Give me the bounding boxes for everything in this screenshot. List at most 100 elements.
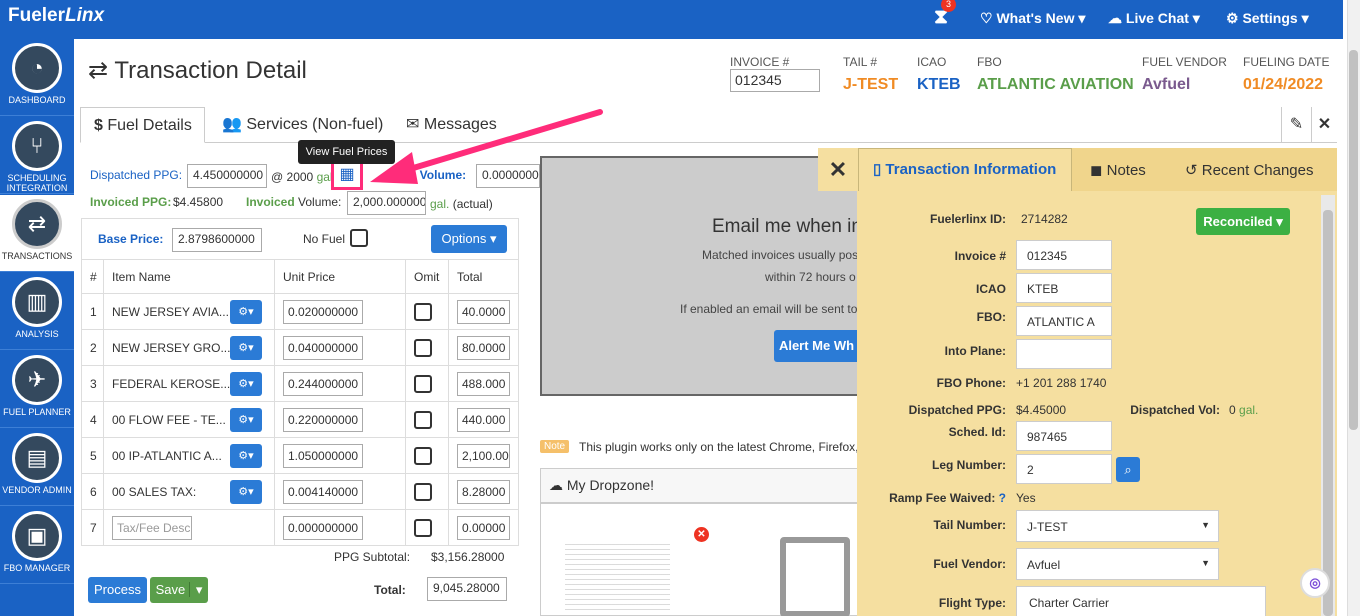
gear-dropdown-icon[interactable]: ⚙▾ bbox=[230, 443, 262, 468]
leg-number-field[interactable]: 2 bbox=[1016, 454, 1112, 484]
dispatched-ppg-field[interactable]: 4.450000000 bbox=[187, 164, 267, 188]
total-field[interactable]: 440.000 bbox=[457, 407, 510, 432]
tab-bar: $ Fuel Details 👥 Services (Non-fuel) ✉ M… bbox=[80, 107, 1337, 143]
unit-price-field[interactable]: 0.220000000 bbox=[283, 407, 363, 432]
search-icon[interactable]: ⌕ bbox=[1116, 457, 1140, 482]
omit-checkbox[interactable] bbox=[414, 446, 432, 465]
sidebar-item-transactions[interactable]: ⇄ TRANSACTIONS bbox=[0, 195, 74, 272]
fuel-vendor-select[interactable]: Avfuel ▼ bbox=[1016, 548, 1219, 580]
omit-checkbox[interactable] bbox=[414, 302, 432, 321]
no-fuel-checkbox[interactable] bbox=[350, 229, 368, 247]
panel-dispatched-ppg: $4.45000 bbox=[1016, 403, 1067, 417]
sidebar-item-fuel-planner[interactable]: ✈ FUEL PLANNER bbox=[0, 351, 74, 428]
close-icon[interactable]: ✕ bbox=[1311, 107, 1337, 143]
panel-icao-field[interactable]: KTEB bbox=[1016, 273, 1112, 303]
sched-id-field[interactable]: 987465 bbox=[1016, 421, 1112, 451]
whats-new-menu[interactable]: ♡ What's New ▾ bbox=[980, 10, 1085, 27]
live-chat-menu[interactable]: ☁ Live Chat ▾ bbox=[1108, 10, 1200, 27]
fbo-phone: +1 201 288 1740 bbox=[1016, 376, 1107, 390]
omit-checkbox[interactable] bbox=[414, 374, 432, 393]
total-field[interactable]: 488.000 bbox=[457, 371, 510, 396]
total-field[interactable]: 40.0000 bbox=[457, 299, 510, 324]
flight-type-field[interactable]: Charter Carrier bbox=[1016, 586, 1266, 616]
omit-checkbox[interactable] bbox=[414, 338, 432, 357]
ppg-subtotal: $3,156.28000 bbox=[431, 550, 505, 564]
unit-price-field[interactable]: 0.040000000 bbox=[283, 335, 363, 360]
file-icon bbox=[780, 537, 850, 616]
dashboard-icon: ◔ bbox=[12, 43, 62, 93]
total-field[interactable]: 9,045.28000 bbox=[427, 577, 507, 601]
tail-number: J-TEST bbox=[843, 76, 899, 93]
tab-notes[interactable]: ◼ Notes bbox=[1090, 161, 1146, 179]
options-button[interactable]: Options ▾ bbox=[431, 225, 507, 253]
lightbulb-icon: ♡ bbox=[980, 10, 997, 26]
panel-invoice-field[interactable]: 012345 bbox=[1016, 240, 1112, 270]
note-badge: Note bbox=[540, 440, 570, 453]
unit-price-field[interactable]: 0.000000000 bbox=[283, 515, 363, 540]
invoiced-ppg: $4.45800 bbox=[173, 195, 224, 209]
total-field[interactable]: 80.0000 bbox=[457, 335, 510, 360]
panel-dispatched-vol: 0 gal. bbox=[1229, 403, 1259, 417]
support-widget-icon[interactable]: ◎ bbox=[1300, 568, 1330, 598]
invoice-number-field[interactable]: 012345 bbox=[730, 69, 820, 92]
unit-price-field[interactable]: 0.244000000 bbox=[283, 371, 363, 396]
total-field[interactable]: 0.00000 bbox=[457, 515, 510, 540]
process-button[interactable]: Process bbox=[88, 577, 147, 603]
app-logo[interactable]: FuelerLinx bbox=[8, 5, 104, 27]
line-items-table: # Item Name Unit Price Omit Total 1 NEW J… bbox=[81, 259, 519, 546]
total-field[interactable]: 8.28000 bbox=[457, 479, 510, 504]
unit-price-field[interactable]: 1.050000000 bbox=[283, 443, 363, 468]
users-icon: 👥 bbox=[222, 116, 247, 133]
base-price-field[interactable]: 2.8798600000 bbox=[172, 228, 262, 252]
tab-fuel-details[interactable]: $ Fuel Details bbox=[80, 107, 205, 143]
save-button[interactable]: Save ▾ bbox=[150, 577, 208, 603]
invoice-thumbnail[interactable] bbox=[565, 540, 670, 610]
into-plane-field[interactable] bbox=[1016, 339, 1112, 369]
sidebar-item-dashboard[interactable]: ◔ DASHBOARD bbox=[0, 39, 74, 116]
note-icon: ◼ bbox=[1090, 162, 1107, 179]
plane-icon: ✈ bbox=[12, 355, 62, 405]
item-description-field[interactable]: Tax/Fee Desc bbox=[112, 515, 192, 540]
omit-checkbox[interactable] bbox=[414, 410, 432, 429]
omit-checkbox[interactable] bbox=[414, 518, 432, 537]
table-row: 4 00 FLOW FEE - TE... ⚙▾ 0.220000000 440.000 bbox=[81, 401, 519, 438]
tab-recent-changes[interactable]: ↺ Recent Changes bbox=[1185, 161, 1314, 179]
table-row: 3 FEDERAL KEROSE... ⚙▾ 0.244000000 488.000 bbox=[81, 365, 519, 402]
help-icon[interactable]: ? bbox=[999, 491, 1006, 505]
sidebar-item-vendor-admin[interactable]: ▤ VENDOR ADMIN bbox=[0, 429, 74, 506]
unit-price-field[interactable]: 0.020000000 bbox=[283, 299, 363, 324]
settings-menu[interactable]: ⚙ Settings ▾ bbox=[1226, 10, 1309, 27]
transfer-icon: ⇄ bbox=[88, 57, 115, 84]
fuel-vendor: Avfuel bbox=[1142, 76, 1191, 93]
icao-code: KTEB bbox=[917, 76, 961, 93]
tab-transaction-information[interactable]: ▯ Transaction Information bbox=[858, 148, 1072, 191]
gear-dropdown-icon[interactable]: ⚙▾ bbox=[230, 335, 262, 360]
history-icon: ↺ bbox=[1185, 162, 1202, 179]
unit-price-field[interactable]: 0.004140000 bbox=[283, 479, 363, 504]
sidebar-item-fbo-manager[interactable]: ▣ FBO MANAGER bbox=[0, 507, 74, 584]
panel-fbo-field[interactable]: ATLANTIC A bbox=[1016, 306, 1112, 336]
briefcase-icon: ▣ bbox=[12, 511, 62, 561]
sidebar-item-scheduling[interactable]: ⑂ SCHEDULING INTEGRATION bbox=[0, 117, 74, 194]
view-fuel-prices-icon[interactable]: ▦ bbox=[331, 160, 363, 190]
document-icon: ▯ bbox=[873, 161, 886, 178]
gear-dropdown-icon[interactable]: ⚙▾ bbox=[230, 407, 262, 432]
page-title: ⇄ Transaction Detail bbox=[88, 57, 307, 84]
transfer-icon: ⇄ bbox=[12, 199, 62, 249]
total-field[interactable]: 2,100.00 bbox=[457, 443, 510, 468]
table-row: 2 NEW JERSEY GRO... ⚙▾ 0.040000000 80.0000 bbox=[81, 329, 519, 366]
omit-checkbox[interactable] bbox=[414, 482, 432, 501]
remove-file-icon[interactable]: ✕ bbox=[694, 527, 709, 542]
tail-number-select[interactable]: J-TEST ▼ bbox=[1016, 510, 1219, 542]
gear-dropdown-icon[interactable]: ⚙▾ bbox=[230, 371, 262, 396]
chevron-down-icon: ▼ bbox=[1201, 558, 1210, 568]
reconciled-status-dropdown[interactable]: Reconciled ▾ bbox=[1196, 208, 1290, 235]
close-panel-icon[interactable]: ✕ bbox=[818, 148, 858, 191]
scrollbar-thumb[interactable] bbox=[1349, 50, 1358, 430]
gear-icon: ⚙ bbox=[1226, 10, 1243, 26]
edit-icon[interactable]: ✎ bbox=[1281, 107, 1311, 143]
gear-dropdown-icon[interactable]: ⚙▾ bbox=[230, 299, 262, 324]
sidebar-item-analysis[interactable]: ▥ ANALYSIS bbox=[0, 273, 74, 350]
alert-me-button[interactable]: Alert Me Wh bbox=[774, 330, 859, 362]
gear-dropdown-icon[interactable]: ⚙▾ bbox=[230, 479, 262, 504]
